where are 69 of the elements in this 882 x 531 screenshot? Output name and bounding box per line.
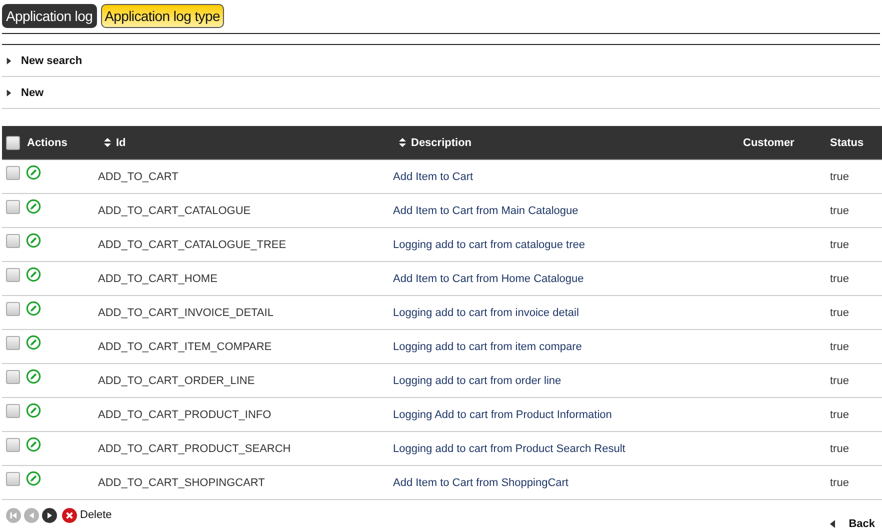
table-cell: Logging add to cart from order line — [393, 374, 562, 386]
pencil-circle-icon[interactable] — [26, 403, 41, 418]
collapsed-triangle-icon[interactable] — [6, 56, 12, 64]
table-cell: Logging add to cart from item compare — [393, 340, 582, 352]
table-cell: true — [830, 238, 849, 250]
table-cell: ADD_TO_CART_CATALOGUE_TREE — [98, 238, 286, 250]
table-cell: Add Item to Cart — [393, 170, 474, 182]
pencil-circle-icon[interactable] — [26, 267, 41, 282]
pencil-circle-icon[interactable] — [26, 199, 41, 214]
table-cell: ADD_TO_CART — [98, 170, 178, 182]
tab[interactable]: Application log type — [100, 4, 224, 28]
table-cell: Logging add to cart from Product Search Result — [393, 442, 626, 454]
section-toggle[interactable]: New search — [21, 54, 82, 66]
x-circle-icon — [62, 508, 77, 522]
table-cell: true — [830, 272, 849, 284]
pencil-circle-icon[interactable] — [26, 335, 41, 350]
table-cell: Add Item to Cart from Home Catalogue — [393, 272, 584, 284]
table-cell: ADD_TO_CART_INVOICE_DETAIL — [98, 306, 274, 318]
table-cell: true — [830, 442, 849, 454]
row-checkbox[interactable] — [6, 166, 20, 180]
table-cell: ADD_TO_CART_ITEM_COMPARE — [98, 340, 272, 352]
pencil-circle-icon[interactable] — [26, 369, 41, 384]
left-triangle-icon — [830, 520, 836, 528]
column-header[interactable]: Id — [116, 136, 126, 148]
column-header: Actions — [27, 136, 68, 148]
table-cell: true — [830, 340, 849, 352]
back-link[interactable]: Back — [830, 518, 875, 530]
column-header[interactable]: Description — [411, 136, 472, 148]
section-toggle[interactable]: New — [21, 86, 44, 98]
table-cell: true — [830, 306, 849, 318]
table-cell: true — [830, 476, 849, 488]
column-header: Status — [830, 136, 864, 148]
pencil-circle-icon[interactable] — [26, 233, 41, 248]
sort-icon[interactable] — [399, 138, 406, 147]
column-header: Customer — [743, 136, 794, 148]
row-checkbox[interactable] — [6, 404, 20, 418]
table-cell: ADD_TO_CART_PRODUCT_SEARCH — [98, 442, 291, 454]
table-cell: ADD_TO_CART_PRODUCT_INFO — [98, 408, 272, 420]
table-cell: Logging Add to cart from Product Information — [393, 408, 612, 420]
collapsed-triangle-icon[interactable] — [6, 88, 12, 96]
row-checkbox[interactable] — [6, 370, 20, 384]
table-cell: ADD_TO_CART_ORDER_LINE — [98, 374, 255, 386]
table-cell: true — [830, 204, 849, 216]
next-page-icon[interactable] — [42, 508, 57, 522]
table-cell: ADD_TO_CART_HOME — [98, 272, 218, 284]
pencil-circle-icon[interactable] — [26, 165, 41, 180]
table-cell: Logging add to cart from catalogue tree — [393, 238, 586, 250]
delete-button[interactable]: Delete — [62, 508, 112, 522]
row-checkbox[interactable] — [6, 336, 20, 350]
row-checkbox[interactable] — [6, 200, 20, 214]
row-checkbox[interactable] — [6, 234, 20, 248]
sort-icon[interactable] — [104, 138, 111, 147]
table-cell: Add Item to Cart from ShoppingCart — [393, 476, 568, 488]
tab[interactable]: Application log — [2, 4, 97, 28]
table-cell: true — [830, 408, 849, 420]
row-checkbox[interactable] — [6, 268, 20, 282]
select-all-checkbox[interactable] — [6, 136, 20, 150]
pencil-circle-icon[interactable] — [26, 301, 41, 316]
table-cell: Add Item to Cart from Main Catalogue — [393, 204, 578, 216]
pencil-circle-icon[interactable] — [26, 437, 41, 452]
row-checkbox[interactable] — [6, 438, 20, 452]
table-cell: true — [830, 170, 849, 182]
pencil-circle-icon[interactable] — [26, 471, 41, 486]
table-cell: ADD_TO_CART_SHOPINGCART — [98, 476, 265, 488]
table-cell: true — [830, 374, 849, 386]
row-checkbox[interactable] — [6, 302, 20, 316]
row-checkbox[interactable] — [6, 472, 20, 486]
table-cell: ADD_TO_CART_CATALOGUE — [98, 204, 251, 216]
table-cell: Logging add to cart from invoice detail — [393, 306, 579, 318]
